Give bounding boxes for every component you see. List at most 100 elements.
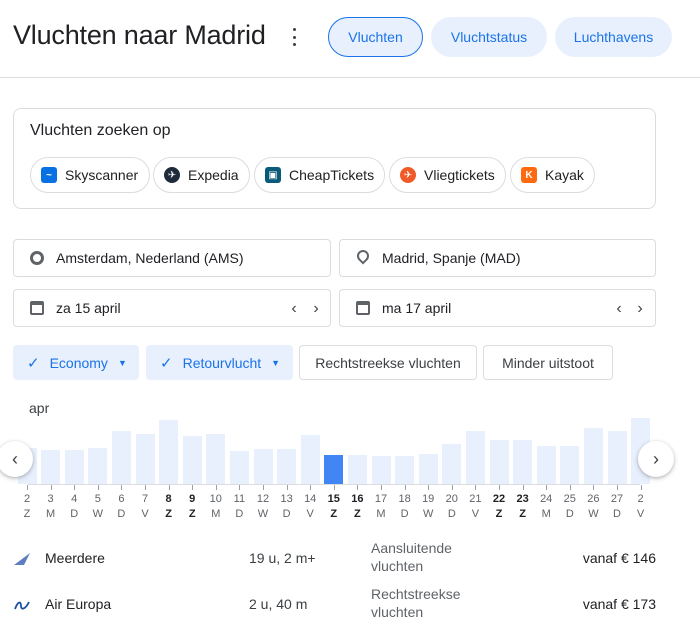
kayak-icon: K bbox=[521, 167, 537, 183]
weekday-label: V bbox=[636, 508, 645, 520]
price-bar-day-13[interactable] bbox=[277, 449, 297, 484]
day-tick bbox=[168, 485, 170, 490]
day-number-label: 2 bbox=[23, 493, 31, 505]
day-tick bbox=[215, 485, 217, 490]
return-date-field[interactable]: ma 17 april ‹ › bbox=[339, 289, 656, 327]
price-bar-day-15[interactable] bbox=[324, 455, 344, 484]
provider-chip-vliegtickets[interactable]: ✈ Vliegtickets bbox=[389, 157, 506, 193]
more-options-icon[interactable] bbox=[288, 28, 300, 46]
result-row[interactable]: Meerdere 19 u, 2 m+ Aansluitende vluchte… bbox=[0, 537, 700, 583]
price-bar-day-11[interactable] bbox=[229, 451, 249, 484]
day-tick bbox=[593, 485, 595, 490]
provider-label: CheapTickets bbox=[289, 167, 375, 183]
price-bar-day-5[interactable] bbox=[88, 448, 108, 484]
day-number-label: 10 bbox=[209, 493, 222, 505]
price-bar-day-10[interactable] bbox=[206, 434, 226, 484]
direct-flights-filter[interactable]: Rechtstreekse vluchten bbox=[299, 345, 477, 380]
lower-emissions-filter[interactable]: Minder uitstoot bbox=[483, 345, 613, 380]
day-tick bbox=[239, 485, 241, 490]
cheaptickets-icon: ▣ bbox=[265, 167, 281, 183]
origin-value: Amsterdam, Nederland (AMS) bbox=[56, 250, 244, 266]
flight-duration: 2 u, 40 m bbox=[249, 596, 308, 612]
destination-field[interactable]: Madrid, Spanje (MAD) bbox=[339, 239, 656, 277]
tab-vluchten[interactable]: Vluchten bbox=[328, 17, 423, 57]
price-bar-day-17[interactable] bbox=[371, 456, 391, 484]
price-bar-day-6[interactable] bbox=[111, 431, 131, 484]
price-bar-day-12[interactable] bbox=[253, 449, 273, 484]
provider-chip-cheaptickets[interactable]: ▣ CheapTickets bbox=[254, 157, 385, 193]
calendar-prev-button[interactable]: ‹ bbox=[0, 441, 33, 477]
day-tick bbox=[27, 485, 28, 490]
price-bar-day-14[interactable] bbox=[300, 435, 320, 484]
price-bar-day-4[interactable] bbox=[64, 450, 84, 484]
price-bar-day-20[interactable] bbox=[442, 444, 462, 484]
weekday-label: M bbox=[46, 508, 56, 520]
price-bar-day-25[interactable] bbox=[560, 446, 580, 484]
chevron-left-icon[interactable]: ‹ bbox=[609, 299, 629, 319]
day-number-label: 17 bbox=[374, 493, 388, 505]
origin-field[interactable]: Amsterdam, Nederland (AMS) bbox=[13, 239, 331, 277]
day-tick bbox=[145, 485, 146, 490]
provider-chip-expedia[interactable]: ✈ Expedia bbox=[153, 157, 250, 193]
skyscanner-icon: ~ bbox=[41, 167, 57, 183]
day-tick bbox=[192, 485, 194, 490]
depart-date-field[interactable]: za 15 april ‹ › bbox=[13, 289, 331, 327]
weekday-label: Z bbox=[23, 508, 31, 520]
vliegtickets-icon: ✈ bbox=[400, 167, 416, 183]
provider-label: Expedia bbox=[188, 167, 239, 183]
provider-chip-skyscanner[interactable]: ~ Skyscanner bbox=[30, 157, 150, 193]
day-number-label: 20 bbox=[445, 493, 458, 505]
day-number-label: 5 bbox=[94, 493, 101, 505]
caret-down-icon: ▼ bbox=[271, 357, 281, 368]
chevron-left-icon[interactable]: ‹ bbox=[284, 299, 304, 319]
weekday-label: W bbox=[588, 508, 599, 520]
page-title: Vluchten naar Madrid bbox=[13, 20, 266, 50]
result-row[interactable]: Air Europa 2 u, 40 m Rechtstreekse vluch… bbox=[0, 583, 700, 629]
weekday-label: D bbox=[565, 508, 574, 520]
price-bar-day-24[interactable] bbox=[536, 446, 556, 484]
day-tick bbox=[499, 485, 500, 490]
price-bar-day-8[interactable] bbox=[159, 420, 179, 484]
provider-label: Kayak bbox=[545, 167, 584, 183]
price-bar-day-9[interactable] bbox=[182, 436, 202, 484]
weekday-label: Z bbox=[519, 508, 526, 520]
air-europa-icon bbox=[14, 601, 30, 610]
price-bar-day-22[interactable] bbox=[489, 440, 509, 484]
provider-chip-kayak[interactable]: K Kayak bbox=[510, 157, 595, 193]
day-tick bbox=[50, 485, 52, 490]
chevron-right-icon[interactable]: › bbox=[630, 299, 650, 319]
cabin-class-dropdown[interactable]: ✓ Economy ▼ bbox=[13, 345, 139, 380]
price-bar-day-26[interactable] bbox=[583, 428, 603, 484]
day-tick bbox=[640, 485, 642, 490]
price-bar-day-16[interactable] bbox=[347, 455, 367, 484]
price-bar-day-7[interactable] bbox=[135, 434, 155, 484]
day-tick bbox=[357, 485, 359, 490]
weekday-label: D bbox=[613, 508, 621, 520]
day-tick bbox=[404, 485, 406, 490]
price-bar-day-27[interactable] bbox=[607, 431, 627, 484]
price-bar-day-3[interactable] bbox=[41, 450, 61, 484]
flight-type: Rechtstreekse vluchten bbox=[371, 586, 461, 620]
destination-value: Madrid, Spanje (MAD) bbox=[382, 250, 521, 266]
chevron-left-icon: ‹ bbox=[12, 448, 18, 469]
day-number-label: 18 bbox=[398, 493, 411, 505]
day-number-label: 25 bbox=[563, 493, 576, 505]
calendar-month-label: apr bbox=[29, 400, 50, 416]
chevron-right-icon[interactable]: › bbox=[306, 299, 326, 319]
tab-vluchtstatus[interactable]: Vluchtstatus bbox=[431, 17, 547, 57]
weekday-label: Z bbox=[354, 508, 361, 520]
price-bar-day-23[interactable] bbox=[513, 440, 533, 484]
price-bar-day-18[interactable] bbox=[395, 456, 415, 484]
price-bar-day-19[interactable] bbox=[418, 454, 438, 484]
day-tick bbox=[97, 485, 99, 490]
day-tick bbox=[286, 485, 288, 490]
weekday-label: W bbox=[257, 508, 269, 520]
search-providers-title: Vluchten zoeken op bbox=[30, 122, 171, 139]
calendar-next-button[interactable]: › bbox=[638, 441, 674, 477]
day-tick bbox=[333, 485, 335, 490]
price-bar-day-21[interactable] bbox=[465, 431, 485, 484]
weekday-label: D bbox=[447, 508, 456, 520]
tab-luchthavens[interactable]: Luchthavens bbox=[555, 17, 672, 57]
day-tick bbox=[451, 485, 453, 490]
trip-type-dropdown[interactable]: ✓ Retourvlucht ▼ bbox=[146, 345, 293, 380]
